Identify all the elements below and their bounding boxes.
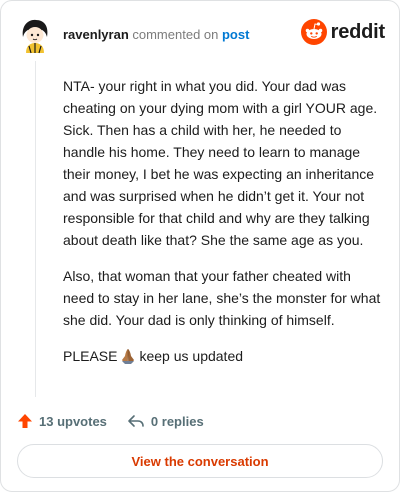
comment-paragraph-2: Also, that woman that your father cheate…	[63, 268, 381, 328]
reddit-wordmark: reddit	[330, 20, 386, 43]
upvote-arrow-icon	[18, 414, 32, 428]
post-link[interactable]: post	[222, 27, 249, 42]
reply-count: 0 replies	[150, 413, 204, 429]
upvote-button[interactable]: 13 upvotes	[17, 413, 107, 429]
view-conversation-button[interactable]: View the conversation	[17, 444, 383, 478]
comment-paragraph-3: PLEASE keep us updated	[63, 345, 381, 367]
thread-line	[35, 61, 36, 397]
paragraph-3-end: keep us updated	[139, 348, 244, 364]
commented-on-text: commented on	[128, 27, 222, 42]
comment-meta: ravenlyran commented on post	[63, 27, 249, 42]
paragraph-3-start: PLEASE	[63, 348, 118, 364]
replies-button[interactable]: 0 replies	[127, 413, 204, 429]
reddit-brand[interactable]: reddit	[300, 17, 386, 47]
comment-body: NTA- your right in what you did. Your da…	[63, 75, 381, 381]
comment-header: ravenlyran commented on post reddit	[15, 15, 385, 55]
comment-paragraph-1: NTA- your right in what you did. Your da…	[63, 78, 378, 248]
embedded-comment-card: ravenlyran commented on post reddit NTA-…	[0, 0, 400, 492]
avatar[interactable]	[15, 15, 55, 55]
reply-arrow-icon	[128, 415, 144, 427]
upvote-count: 13 upvotes	[39, 413, 107, 429]
reddit-logo-icon	[300, 19, 327, 45]
comment-actions: 13 upvotes 0 replies	[17, 409, 224, 433]
folded-hands-emoji-icon	[122, 349, 135, 364]
username-link[interactable]: ravenlyran	[63, 27, 129, 42]
